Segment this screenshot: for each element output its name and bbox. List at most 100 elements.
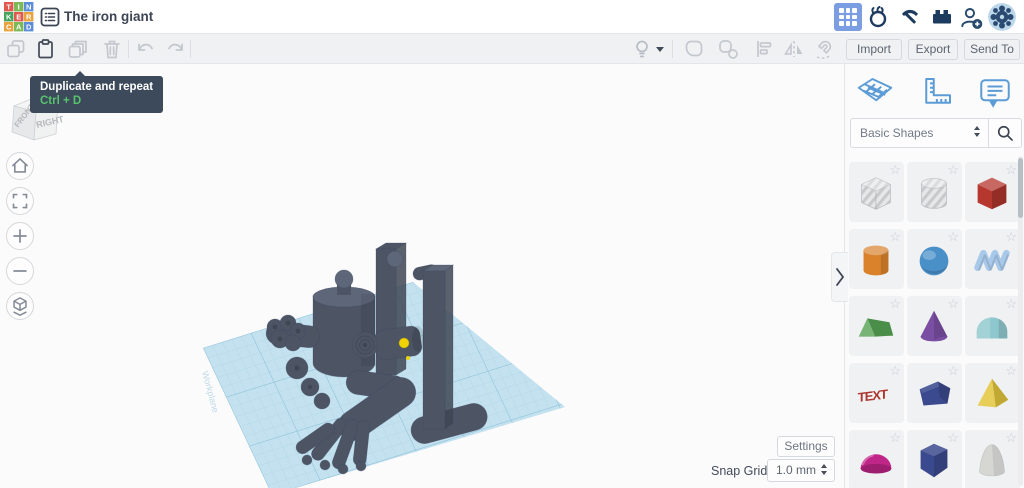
blocks-pickaxe-icon[interactable]: [898, 5, 922, 29]
project-list-icon[interactable]: [40, 7, 60, 27]
shape-category-select[interactable]: Basic Shapes: [851, 119, 988, 147]
shape-tile-cylinder[interactable]: [849, 229, 904, 289]
app-header: T I N K E R C A D The iron giant: [0, 0, 1024, 34]
shape-tile-hole-box[interactable]: [849, 162, 904, 222]
tooltip-shortcut: Ctrl + D: [40, 95, 153, 107]
shape-tile-sphere[interactable]: [907, 229, 962, 289]
shape-tile-hole-cylinder[interactable]: [907, 162, 962, 222]
favorite-star-icon[interactable]: [947, 431, 959, 444]
favorite-star-icon[interactable]: [1005, 431, 1017, 444]
bricks-icon[interactable]: [930, 5, 954, 29]
snap-grid-select[interactable]: 1.0 mm: [767, 459, 835, 482]
group-icon[interactable]: [682, 37, 706, 61]
show-all-bulb-icon[interactable]: [630, 37, 654, 61]
panel-scrollbar[interactable]: [1018, 156, 1023, 486]
svg-text:K: K: [6, 12, 12, 21]
snap-grid-value: 1.0 mm: [776, 463, 816, 477]
favorite-star-icon[interactable]: [947, 230, 959, 243]
panel-collapse-tab[interactable]: [831, 252, 848, 302]
user-avatar[interactable]: [988, 3, 1016, 31]
shape-category-value: Basic Shapes: [860, 126, 933, 140]
plus-icon: [14, 230, 26, 242]
duplicate-icon[interactable]: [66, 37, 90, 61]
avatar-image: [988, 3, 1016, 31]
paste-icon[interactable]: [34, 37, 58, 61]
shape-tile-polygon[interactable]: [907, 363, 962, 423]
workplane-tool-icon[interactable]: [855, 74, 895, 114]
dashboard-grid-button[interactable]: [834, 3, 862, 31]
favorite-star-icon[interactable]: [1005, 163, 1017, 176]
ruler-tool-icon[interactable]: [915, 74, 955, 114]
search-shapes-button[interactable]: [988, 119, 1021, 147]
tinkercad-app: Workplane: [0, 0, 1024, 488]
perspective-toggle-button[interactable]: [6, 292, 34, 320]
undo-icon[interactable]: [134, 37, 158, 61]
magnet-icon[interactable]: [812, 37, 836, 61]
send-to-button[interactable]: Send To: [964, 39, 1020, 60]
delete-icon[interactable]: [100, 37, 124, 61]
zoom-out-button[interactable]: [6, 257, 34, 285]
favorite-star-icon[interactable]: [1005, 297, 1017, 310]
svg-text:I: I: [18, 2, 20, 11]
copy-icon[interactable]: [4, 37, 28, 61]
shape-tile-hexagonal-prism[interactable]: [907, 430, 962, 488]
shapes-panel: Basic Shapes: [844, 64, 1024, 488]
notes-tool-icon[interactable]: [975, 74, 1015, 114]
favorite-star-icon[interactable]: [889, 431, 901, 444]
favorite-star-icon[interactable]: [889, 230, 901, 243]
home-icon: [12, 159, 27, 172]
redo-icon[interactable]: [163, 37, 187, 61]
shape-tile-box[interactable]: [965, 162, 1020, 222]
settings-button[interactable]: Settings: [777, 436, 835, 457]
export-button[interactable]: Export: [908, 39, 958, 60]
zoom-in-button[interactable]: [6, 222, 34, 250]
favorite-star-icon[interactable]: [1005, 364, 1017, 377]
align-icon[interactable]: [752, 37, 776, 61]
fit-view-button[interactable]: [6, 187, 34, 215]
favorite-star-icon[interactable]: [947, 297, 959, 310]
favorite-star-icon[interactable]: [1005, 230, 1017, 243]
duplicate-tooltip: Duplicate and repeat Ctrl + D: [30, 76, 163, 113]
search-icon: [995, 123, 1015, 143]
svg-text:T: T: [6, 2, 11, 11]
favorite-star-icon[interactable]: [947, 364, 959, 377]
svg-text:R: R: [26, 12, 32, 21]
chevron-right-icon: [835, 267, 845, 287]
shape-tile-paraboloid[interactable]: [965, 430, 1020, 488]
panel-scrollbar-thumb[interactable]: [1018, 158, 1023, 218]
perspective-cube-icon: [14, 298, 27, 315]
sim-lab-icon[interactable]: [866, 5, 890, 29]
favorite-star-icon[interactable]: [947, 163, 959, 176]
shape-tile-roof[interactable]: [849, 296, 904, 356]
snap-grid-label: Snap Grid: [711, 464, 767, 478]
bulb-dropdown-caret[interactable]: [656, 47, 664, 52]
favorite-star-icon[interactable]: [889, 364, 901, 377]
home-view-button[interactable]: [6, 152, 34, 180]
svg-text:E: E: [16, 12, 21, 21]
svg-text:D: D: [26, 22, 32, 31]
shape-tile-pyramid[interactable]: [965, 363, 1020, 423]
flip-mirror-icon[interactable]: [782, 37, 806, 61]
design-title[interactable]: The iron giant: [64, 0, 153, 34]
toolbar-divider: [128, 40, 129, 58]
select-carets-icon: [974, 126, 980, 137]
fit-view-icon: [14, 195, 27, 208]
shape-tile-cone[interactable]: [907, 296, 962, 356]
ungroup-icon[interactable]: [716, 37, 740, 61]
svg-text:TEXT: TEXT: [858, 386, 888, 405]
favorite-star-icon[interactable]: [889, 163, 901, 176]
tinkercad-logo[interactable]: T I N K E R C A D: [4, 2, 34, 32]
shape-tile-round-roof[interactable]: [965, 296, 1020, 356]
share-person-icon[interactable]: [958, 5, 984, 31]
shape-tile-half-sphere[interactable]: [849, 430, 904, 488]
3d-viewport[interactable]: Workplane: [175, 232, 585, 488]
import-button[interactable]: Import: [846, 39, 902, 60]
favorite-star-icon[interactable]: [889, 297, 901, 310]
shape-tile-text[interactable]: TEXT: [849, 363, 904, 423]
toolbar-divider: [672, 40, 673, 58]
shape-tile-scribble[interactable]: [965, 229, 1020, 289]
edit-toolbar: Import Export Send To: [0, 34, 1024, 64]
svg-text:N: N: [26, 2, 31, 11]
svg-text:C: C: [6, 22, 12, 31]
svg-text:A: A: [16, 22, 22, 31]
